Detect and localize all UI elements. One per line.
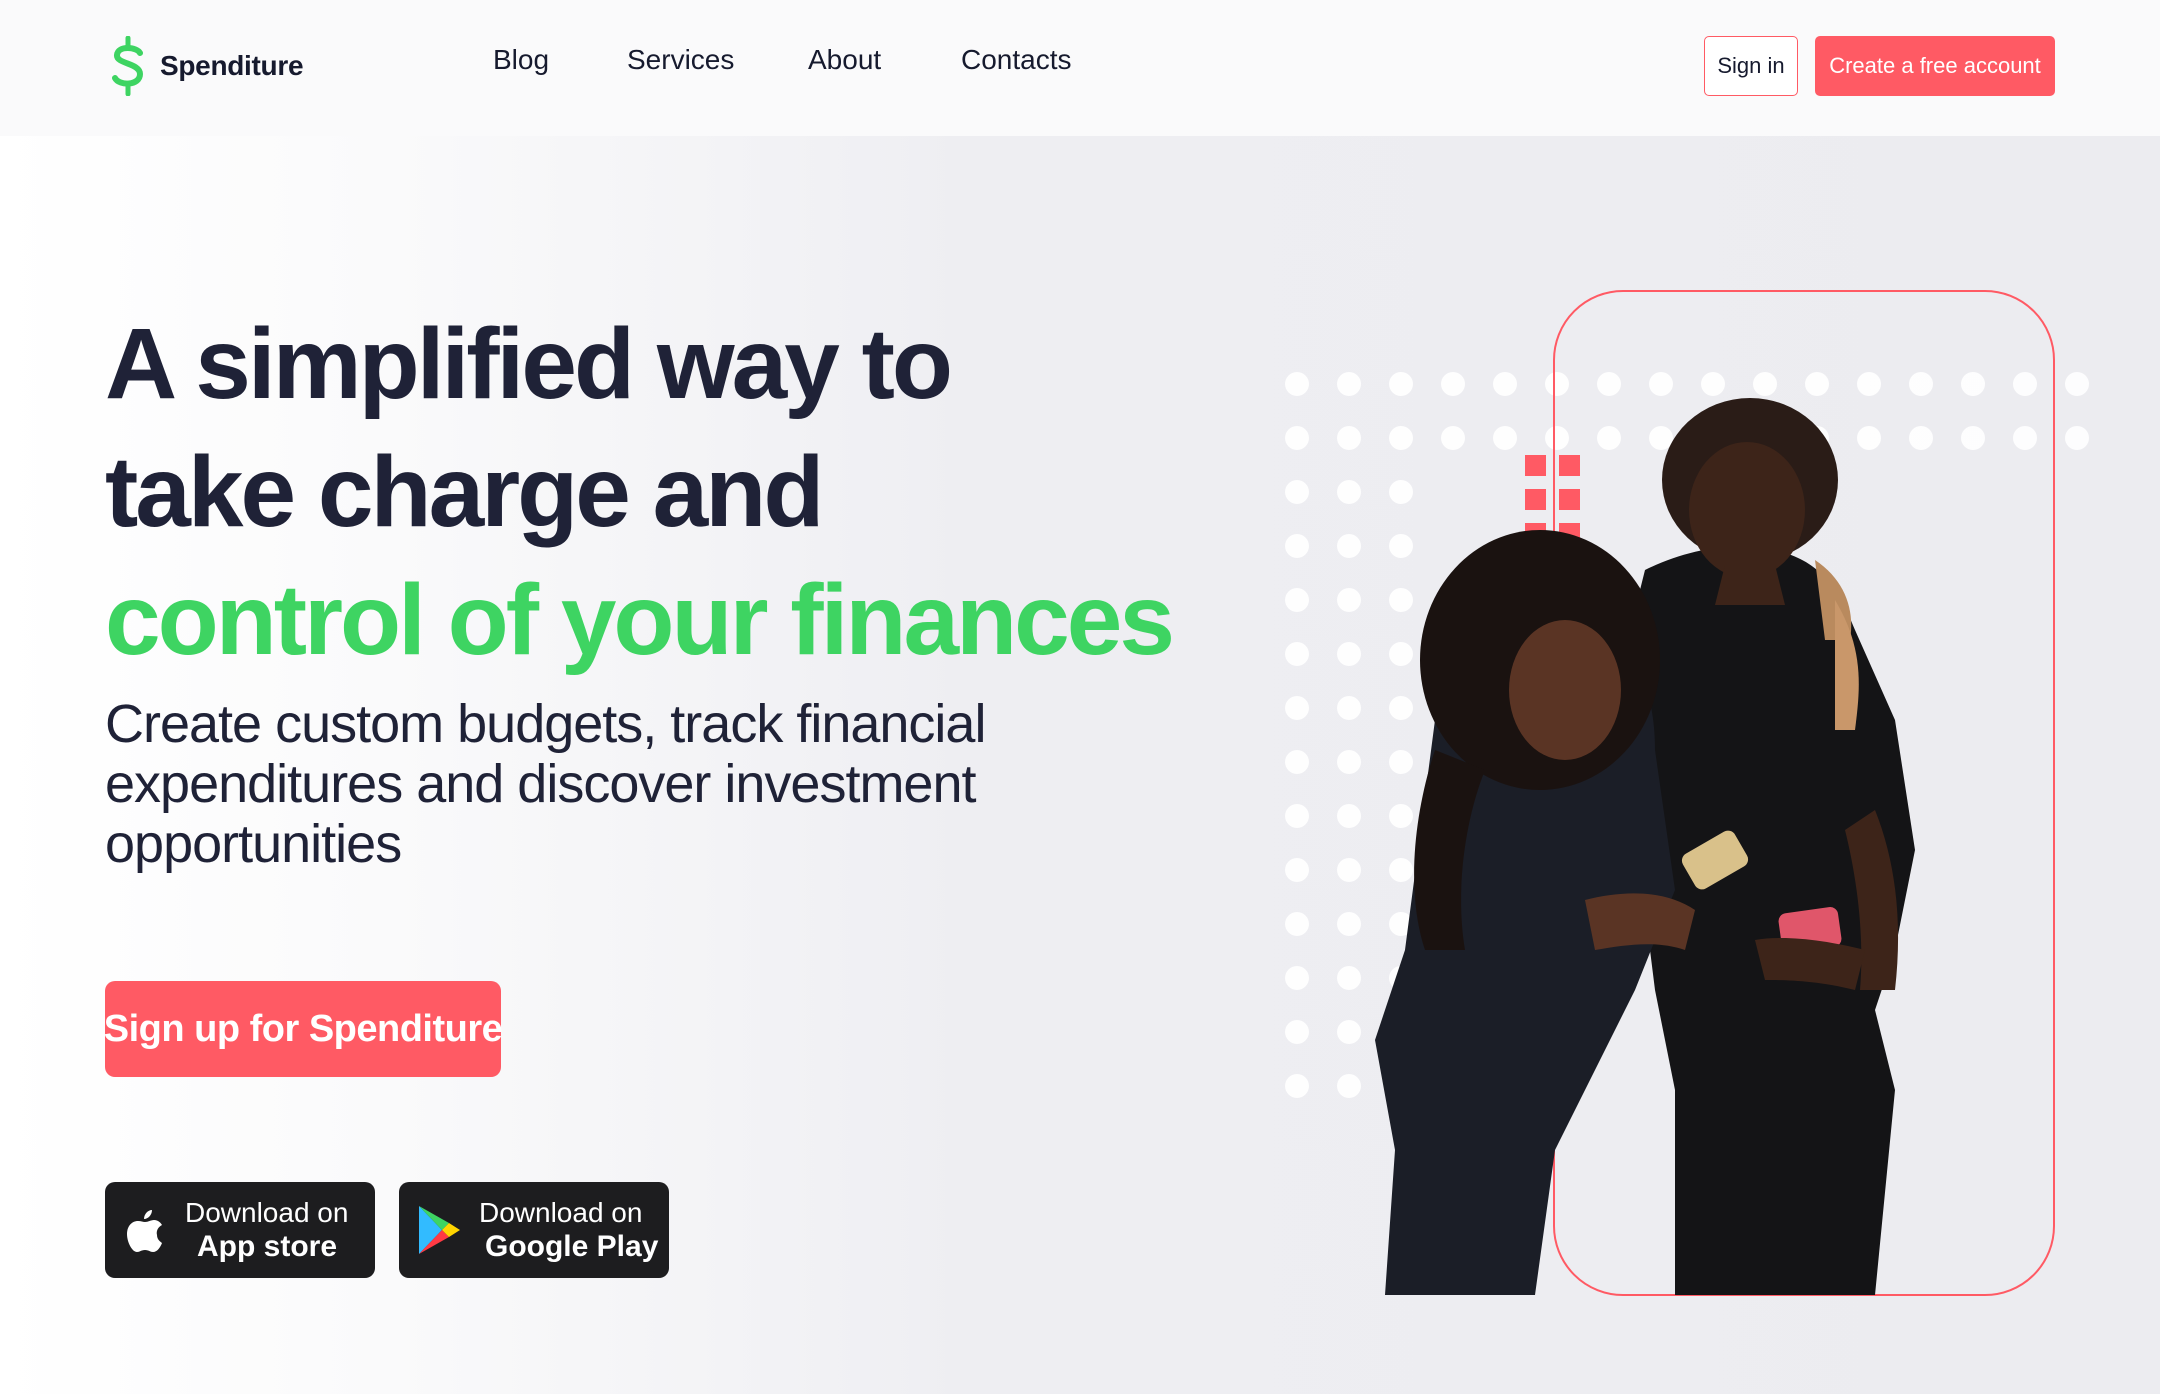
create-account-button[interactable]: Create a free account [1815,36,2055,96]
nav-services[interactable]: Services [627,44,734,76]
decorative-dot [1285,804,1309,828]
couple-looking-at-phones-photo [1375,398,1915,1295]
decorative-dot [1285,372,1309,396]
decorative-dot [1285,534,1309,558]
decorative-dot [1285,426,1309,450]
decorative-dot [1285,750,1309,774]
decorative-dot [1285,696,1309,720]
headline-line-3: control of your finances [105,564,1175,676]
google-play-icon [399,1182,479,1278]
app-store-button[interactable]: Download on App store [105,1182,375,1278]
decorative-dot [1285,1020,1309,1044]
logo[interactable]: Spenditure [110,36,304,96]
google-play-button[interactable]: Download on Google Play [399,1182,669,1278]
site-header: Spenditure Blog Services About Contacts … [0,0,2160,136]
decorative-dot [1285,1074,1309,1098]
google-play-line1: Download on [479,1197,643,1228]
hero-headline: A simplified way to take charge and cont… [105,300,1175,684]
app-store-line2: App store [197,1230,338,1263]
dollar-sign-icon [112,36,144,96]
nav-contacts[interactable]: Contacts [961,44,1072,76]
app-store-line1: Download on [185,1197,349,1228]
sign-up-button[interactable]: Sign up for Spenditure [104,981,503,1077]
brand-name: Spenditure [160,50,304,81]
decorative-dot [1285,588,1309,612]
decorative-dot [1285,480,1309,504]
google-play-line2: Google Play [485,1230,659,1263]
headline-line-1: A simplified way to [105,308,953,420]
decorative-dot [1285,912,1309,936]
nav-about[interactable]: About [808,44,881,76]
nav-blog[interactable]: Blog [493,44,549,76]
decorative-dot [1285,642,1309,666]
hero-subtitle: Create custom budgets, track financial e… [105,694,986,874]
decorative-dot [1285,966,1309,990]
sign-in-button[interactable]: Sign in [1704,36,1798,96]
decorative-dot [1285,858,1309,882]
headline-line-2: take charge and [105,436,824,548]
apple-icon [105,1182,185,1278]
